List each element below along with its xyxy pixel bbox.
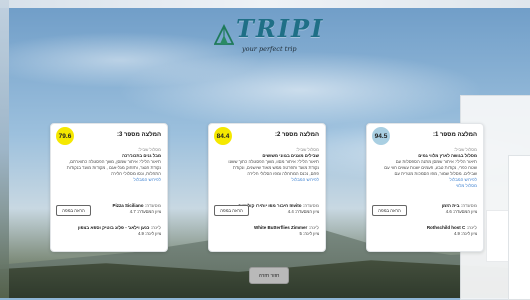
score-badge: 94.5 [372, 127, 390, 145]
restaurant-row: מסעדה: בית הזמן ציון המסעדה: 4.6 הראה במ… [372, 203, 477, 217]
tent-icon [214, 24, 234, 45]
top-band [0, 0, 530, 8]
lodging-rating: ציון לינה: 4.9 [137, 231, 161, 236]
lodging-rating: ציון לינה: 4.9 [453, 231, 477, 236]
lodging-row: לינה: White Butterflies Zimmer ציון לינה… [214, 225, 319, 239]
lodging-name: לינה: White Butterflies Zimmer [254, 225, 319, 230]
lodging-rating: ציון לינה: 5 [299, 231, 319, 236]
lodging-row: לינה: כנען וילאג' - פלוג בוטיק וספא בצפו… [56, 225, 161, 239]
route-link[interactable]: לפירוש המבלול [56, 177, 162, 183]
score-badge: 79.6 [56, 127, 74, 145]
brand-name: TRIPI [236, 14, 325, 43]
restaurant-name: מסעדה: Invito חיבור מפו יותירו קולינאר [238, 203, 319, 208]
overlapping-window [508, 155, 530, 300]
card-title: המלצה מספר 2: [274, 132, 319, 138]
back-button[interactable]: חזור חזרה [249, 267, 289, 284]
route-link[interactable]: לפירוש המבלול [214, 177, 320, 183]
recommendation-card-1: 94.5 המלצה מספר 1: מסלול שביל: מסלול בגו… [366, 123, 484, 252]
restaurant-row: מסעדה: Pizza Siciliano ציון המסעדה: 4.7 … [56, 203, 161, 217]
logo: TRIPI your perfect trip [214, 14, 322, 58]
show-on-map-button[interactable]: הראה במפה [214, 205, 249, 216]
card-title: המלצה מספר 1: [432, 132, 477, 138]
restaurant-rating: ציון המסעדה: 4.4 [287, 209, 319, 214]
lodging-name: לינה: כנען וילאג' - פלוג בוטיק וספא בצפו… [77, 225, 161, 230]
restaurant-name: מסעדה: Pizza Siciliano [112, 203, 162, 208]
card-title: המלצה מספר 3: [116, 132, 161, 138]
recommendation-card-2: 84.4 המלצה מספר 2: מסלול שביל: שבילים מו… [208, 123, 326, 252]
score-badge: 84.4 [214, 127, 232, 145]
restaurant-row: מסעדה: Invito חיבור מפו יותירו קולינאר צ… [214, 203, 319, 217]
show-on-map-button[interactable]: הראה במפה [372, 205, 407, 216]
recommendation-card-3: 79.6 המלצה מספר 3: מסלול שביל: מבל גנים … [50, 123, 168, 252]
show-on-map-button[interactable]: הראה במפה [56, 205, 91, 216]
restaurant-name: מסעדה: בית הזמן [441, 203, 477, 208]
lodging-row: לינה: Rothschild host C ציון לינה: 4.9 [372, 225, 477, 239]
left-edge-strip [0, 0, 9, 298]
restaurant-rating: ציון המסעדה: 4.6 [445, 209, 477, 214]
brand-tagline: your perfect trip [242, 45, 297, 53]
restaurant-rating: ציון המסעדה: 4.7 [129, 209, 161, 214]
route-link[interactable]: מסלול מלווי [372, 183, 477, 189]
lodging-name: לינה: Rothschild host C [426, 225, 477, 230]
